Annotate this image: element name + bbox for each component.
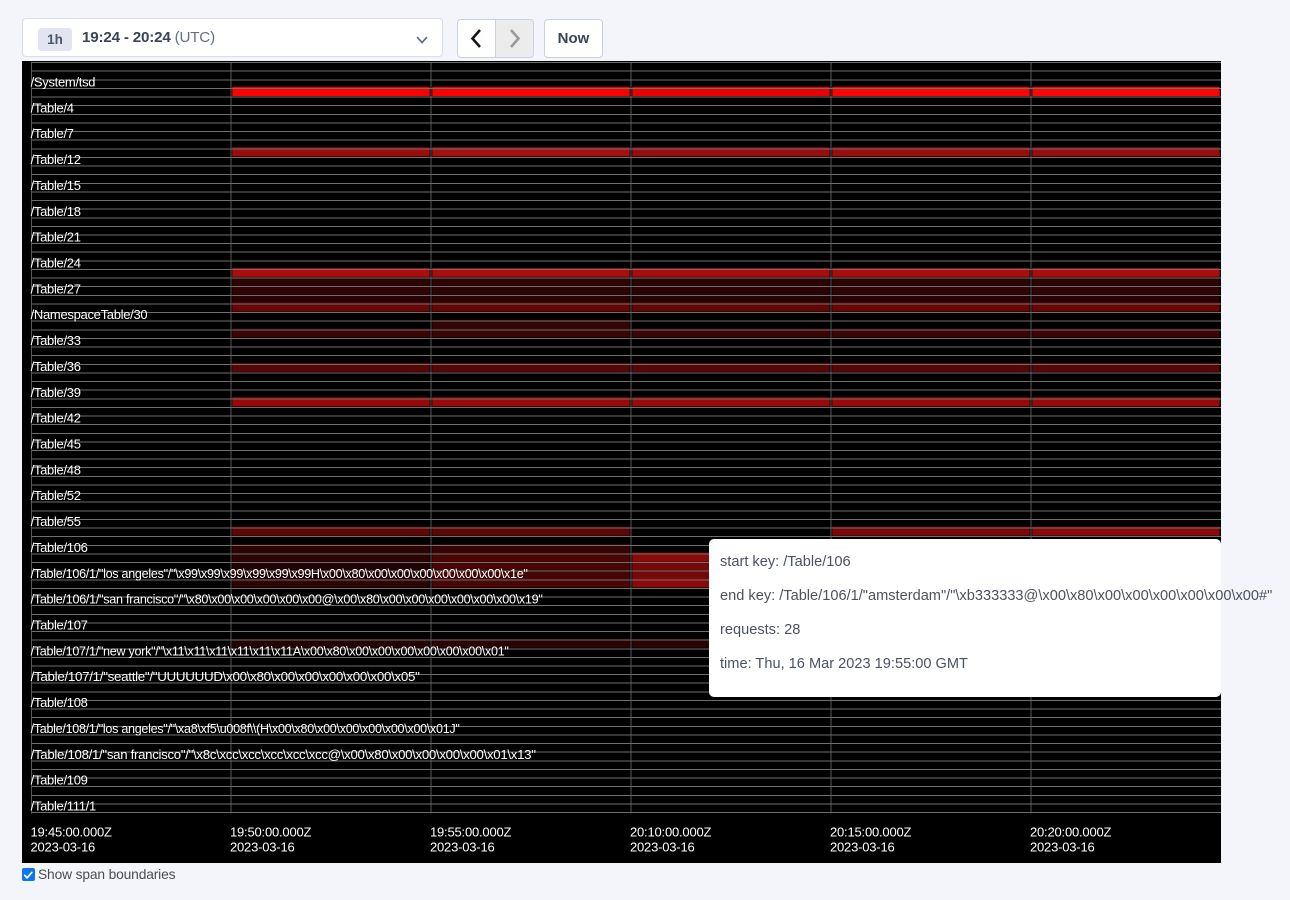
svg-text:/Table/108: /Table/108 [31,695,88,710]
svg-text:2023-03-16: 2023-03-16 [430,840,495,855]
svg-text:/Table/109: /Table/109 [31,773,88,788]
svg-text:2023-03-16: 2023-03-16 [230,840,295,855]
svg-text:/Table/106/1/"los angeles"/"\x: /Table/106/1/"los angeles"/"\x99\x99\x99… [31,566,529,581]
svg-text:/Table/12: /Table/12 [31,152,81,167]
svg-text:/Table/108/1/"los angeles"/"\x: /Table/108/1/"los angeles"/"\xa8\xf5\u00… [31,721,461,736]
svg-text:20:15:00.000Z: 20:15:00.000Z [830,825,912,840]
svg-text:2023-03-16: 2023-03-16 [830,840,895,855]
svg-text:/Table/52: /Table/52 [31,488,81,503]
svg-text:2023-03-16: 2023-03-16 [31,840,96,855]
svg-text:/Table/36: /Table/36 [31,359,81,374]
svg-text:19:55:00.000Z: 19:55:00.000Z [430,825,512,840]
svg-text:/Table/7: /Table/7 [31,126,74,141]
svg-text:/Table/27: /Table/27 [31,281,81,296]
svg-text:/Table/106/1/"san francisco"/": /Table/106/1/"san francisco"/"\x80\x00\x… [31,592,544,607]
svg-text:/NamespaceTable/30: /NamespaceTable/30 [31,307,148,322]
svg-text:/Table/108/1/"san francisco"/": /Table/108/1/"san francisco"/"\x8c\xcc\x… [31,747,537,762]
svg-text:/Table/55: /Table/55 [31,514,81,529]
svg-text:2023-03-16: 2023-03-16 [1030,840,1095,855]
svg-text:/Table/42: /Table/42 [31,411,81,426]
svg-text:/Table/106: /Table/106 [31,540,88,555]
svg-text:/System/tsd: /System/tsd [31,74,96,89]
svg-text:19:45:00.000Z: 19:45:00.000Z [31,825,113,840]
svg-text:/Table/15: /Table/15 [31,178,81,193]
svg-text:/Table/45: /Table/45 [31,437,81,452]
svg-text:/Table/4: /Table/4 [31,100,74,115]
svg-text:/Table/18: /Table/18 [31,204,81,219]
svg-text:/Table/107: /Table/107 [31,618,88,633]
svg-text:20:20:00.000Z: 20:20:00.000Z [1030,825,1112,840]
svg-text:/Table/111/1: /Table/111/1 [31,799,96,814]
svg-text:/Table/39: /Table/39 [31,385,81,400]
svg-text:20:10:00.000Z: 20:10:00.000Z [630,825,712,840]
svg-text:2023-03-16: 2023-03-16 [630,840,695,855]
svg-text:/Table/24: /Table/24 [31,255,81,270]
svg-text:/Table/48: /Table/48 [31,462,81,477]
svg-text:/Table/33: /Table/33 [31,333,81,348]
svg-text:/Table/107/1/"new york"/"\x11\: /Table/107/1/"new york"/"\x11\x11\x11\x1… [31,643,510,658]
svg-text:/Table/107/1/"seattle"/"UUUUUU: /Table/107/1/"seattle"/"UUUUUUD\x00\x80\… [31,669,421,684]
svg-text:19:50:00.000Z: 19:50:00.000Z [230,825,312,840]
svg-text:/Table/21: /Table/21 [31,230,81,245]
